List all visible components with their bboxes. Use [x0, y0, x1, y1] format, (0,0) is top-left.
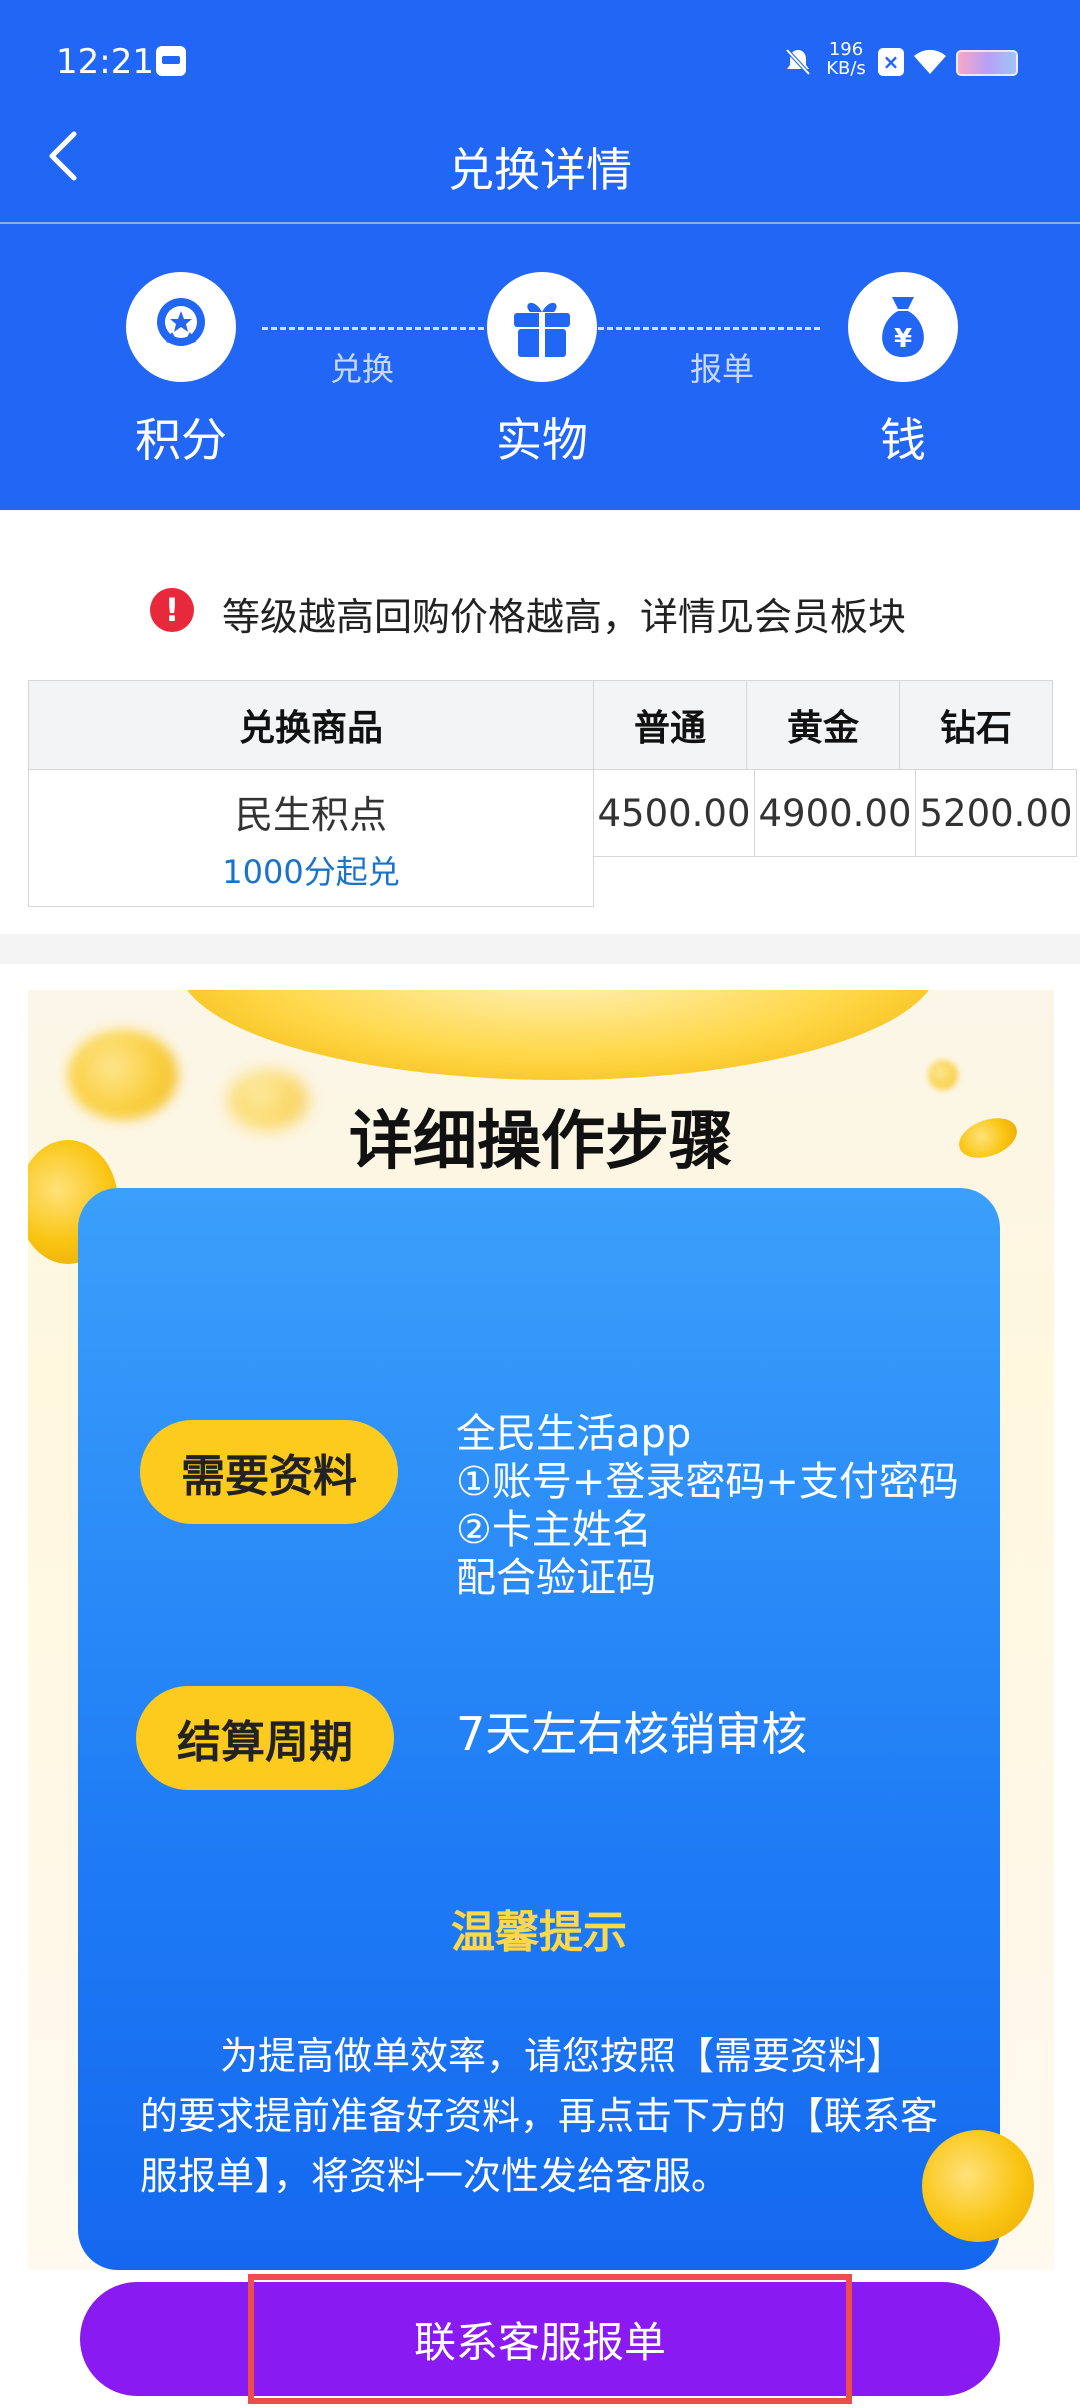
connector-line-1	[262, 327, 484, 330]
net-speed-value: 196	[828, 39, 864, 60]
step-money: ¥	[848, 272, 958, 382]
tip-text: 为提高做单效率，请您按照【需要资料】的要求提前准备好资料，再点击下方的【联系客服…	[140, 2034, 939, 2198]
step-goods	[487, 272, 597, 382]
tip-title: 温馨提示	[451, 1907, 627, 1958]
battery-icon	[956, 50, 1018, 76]
table-header-gold: 黄金	[746, 680, 900, 770]
status-time: 12:21	[56, 42, 154, 82]
tag-required-info: 需要资料	[140, 1420, 398, 1524]
banner-arc	[178, 990, 938, 1080]
tag-settlement-period: 结算周期	[136, 1686, 394, 1790]
alert-icon: !	[150, 588, 194, 632]
settlement-period-text: 7天左右核销审核	[456, 1707, 808, 1761]
coin-bottom-right	[922, 2130, 1034, 2242]
calendar-icon	[156, 46, 186, 76]
table-row: 民生积点 1000分起兑	[28, 769, 594, 907]
product-name: 民生积点	[234, 792, 387, 837]
wifi-icon	[912, 44, 948, 80]
gift-icon	[514, 302, 570, 357]
net-speed-unit: KB/s	[826, 58, 866, 79]
connector-label-1: 兑换	[329, 350, 394, 388]
header-divider	[0, 222, 1080, 224]
required-info-line: 全民生活app	[456, 1411, 692, 1457]
highlight-box	[248, 2274, 852, 2404]
required-info-list: 全民生活app ①账号+登录密码+支付密码 ②卡主姓名 配合验证码	[456, 1410, 959, 1602]
net-speed: 196 KB/s	[824, 40, 868, 78]
badge-star-icon	[157, 298, 205, 346]
svg-text:¥: ¥	[894, 324, 912, 354]
table-header-product: 兑换商品	[28, 680, 594, 770]
step-points	[126, 272, 236, 382]
required-info-line: 配合验证码	[456, 1555, 656, 1601]
money-bag-icon: ¥	[882, 297, 924, 357]
price-diamond: 5200.00	[915, 769, 1077, 857]
table-header-normal: 普通	[593, 680, 747, 770]
required-info-line: ②卡主姓名	[456, 1507, 652, 1553]
step-label-points: 积分	[135, 413, 227, 467]
step-label-money: 钱	[880, 413, 926, 467]
required-info-line: ①账号+登录密码+支付密码	[456, 1459, 959, 1505]
connector-label-2: 报单	[689, 350, 754, 388]
price-normal: 4500.00	[593, 769, 755, 857]
notice-text: 等级越高回购价格越高，详情见会员板块	[222, 595, 907, 639]
mute-icon	[782, 46, 814, 82]
coin-right-tiny	[928, 1060, 958, 1090]
promo-title: 详细操作步骤	[349, 1105, 733, 1179]
section-gap	[0, 934, 1080, 964]
page-title: 兑换详情	[448, 143, 632, 197]
table-header-diamond: 钻石	[899, 680, 1053, 770]
price-gold: 4900.00	[754, 769, 916, 857]
x-app-icon: ×	[878, 48, 904, 76]
product-min: 1000分起兑	[222, 852, 400, 891]
step-label-goods: 实物	[496, 413, 588, 467]
connector-line-2	[598, 327, 820, 330]
